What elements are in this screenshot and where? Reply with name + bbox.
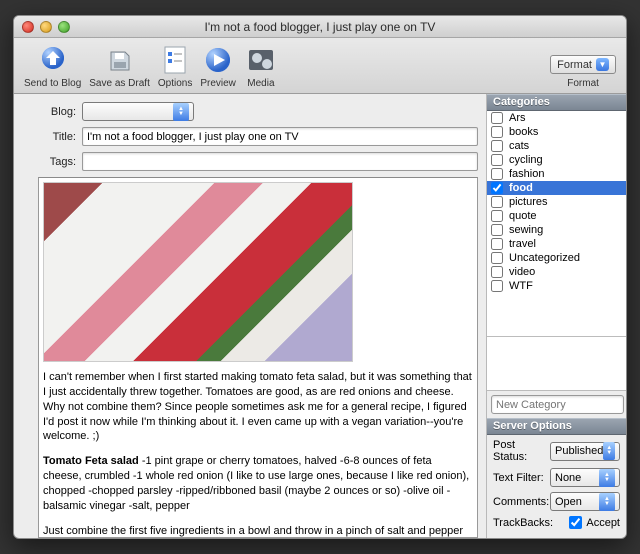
toolbar-label: Format (567, 78, 599, 89)
category-checkbox[interactable] (491, 126, 503, 138)
category-item[interactable]: WTF (487, 279, 626, 293)
category-item[interactable]: travel (487, 237, 626, 251)
category-label: pictures (509, 196, 548, 208)
category-item[interactable]: pictures (487, 195, 626, 209)
sidebar: Categories Ars books cats cycling fashion foo… (486, 94, 626, 538)
category-checkbox[interactable] (491, 140, 503, 152)
category-checkbox[interactable] (491, 154, 503, 166)
category-label: sewing (509, 224, 543, 236)
blog-select[interactable]: ▲▼ (82, 102, 194, 121)
category-label: cycling (509, 154, 543, 166)
tags-input[interactable] (82, 152, 478, 171)
category-label: video (509, 266, 535, 278)
category-label: books (509, 126, 538, 138)
category-label: Uncategorized (509, 252, 580, 264)
options-button[interactable]: Options (158, 44, 192, 89)
toolbar-label: Save as Draft (89, 78, 150, 89)
chevron-down-icon: ▼ (596, 58, 609, 71)
category-checkbox[interactable] (491, 196, 503, 208)
category-checkbox[interactable] (491, 252, 503, 264)
app-window: I'm not a food blogger, I just play one … (13, 15, 627, 539)
category-checkbox[interactable] (491, 266, 503, 278)
tags-label: Tags: (38, 156, 76, 168)
post-paragraph: I can't remember when I first started ma… (43, 370, 473, 444)
window-title: I'm not a food blogger, I just play one … (14, 20, 626, 34)
category-label: food (509, 182, 533, 194)
category-item[interactable]: video (487, 265, 626, 279)
category-item[interactable]: cats (487, 139, 626, 153)
category-label: Ars (509, 112, 526, 124)
save-as-draft-button[interactable]: Save as Draft (89, 44, 150, 89)
post-status-select[interactable]: Published▲▼ (550, 442, 620, 461)
format-button-label: Format (557, 59, 592, 71)
comments-label: Comments: (493, 496, 549, 508)
post-editor[interactable]: I can't remember when I first started ma… (38, 177, 478, 538)
trackbacks-label: TrackBacks: (493, 517, 553, 529)
category-label: cats (509, 140, 529, 152)
category-checkbox[interactable] (491, 224, 503, 236)
toolbar-label: Media (247, 78, 274, 89)
server-options-header: Server Options (487, 418, 626, 435)
category-checkbox[interactable] (491, 168, 503, 180)
media-button[interactable]: Media (244, 44, 278, 89)
category-checkbox[interactable] (491, 210, 503, 222)
category-item[interactable]: food (487, 181, 626, 195)
post-photo (43, 182, 353, 362)
title-input[interactable] (82, 127, 478, 146)
category-list[interactable]: Ars books cats cycling fashion food pictures qu… (487, 111, 626, 337)
text-filter-label: Text Filter: (493, 472, 544, 484)
category-item[interactable]: books (487, 125, 626, 139)
category-item[interactable]: Uncategorized (487, 251, 626, 265)
main-panel: Blog: ▲▼ Title: Tags: I can't remember w… (14, 94, 486, 538)
toolbar: Send to Blog Save as Draft Options Previ… (14, 38, 626, 94)
category-item[interactable]: Ars (487, 111, 626, 125)
category-label: WTF (509, 280, 533, 292)
category-label: travel (509, 238, 536, 250)
title-label: Title: (38, 131, 76, 143)
categories-header: Categories (487, 94, 626, 111)
post-paragraph: Tomato Feta salad -1 pint grape or cherr… (43, 454, 473, 513)
trackbacks-value: Accept (586, 517, 620, 529)
category-item[interactable]: fashion (487, 167, 626, 181)
toolbar-label: Send to Blog (24, 78, 81, 89)
toolbar-label: Options (158, 78, 192, 89)
comments-select[interactable]: Open▲▼ (550, 492, 620, 511)
category-checkbox[interactable] (491, 238, 503, 250)
post-paragraph: Just combine the first five ingredients … (43, 524, 473, 538)
trackbacks-checkbox[interactable] (569, 516, 582, 529)
category-checkbox[interactable] (491, 182, 503, 194)
category-checkbox[interactable] (491, 112, 503, 124)
category-label: quote (509, 210, 537, 222)
send-to-blog-button[interactable]: Send to Blog (24, 44, 81, 89)
titlebar[interactable]: I'm not a food blogger, I just play one … (14, 16, 626, 38)
toolbar-label: Preview (200, 78, 236, 89)
new-category-input[interactable] (491, 395, 624, 414)
format-button[interactable]: Format ▼ (550, 55, 616, 74)
category-item[interactable]: sewing (487, 223, 626, 237)
category-list-empty (487, 337, 626, 391)
post-status-label: Post Status: (493, 439, 550, 463)
category-label: fashion (509, 168, 544, 180)
blog-label: Blog: (38, 106, 76, 118)
category-item[interactable]: cycling (487, 153, 626, 167)
category-checkbox[interactable] (491, 280, 503, 292)
preview-button[interactable]: Preview (200, 44, 236, 89)
category-item[interactable]: quote (487, 209, 626, 223)
text-filter-select[interactable]: None▲▼ (550, 468, 620, 487)
